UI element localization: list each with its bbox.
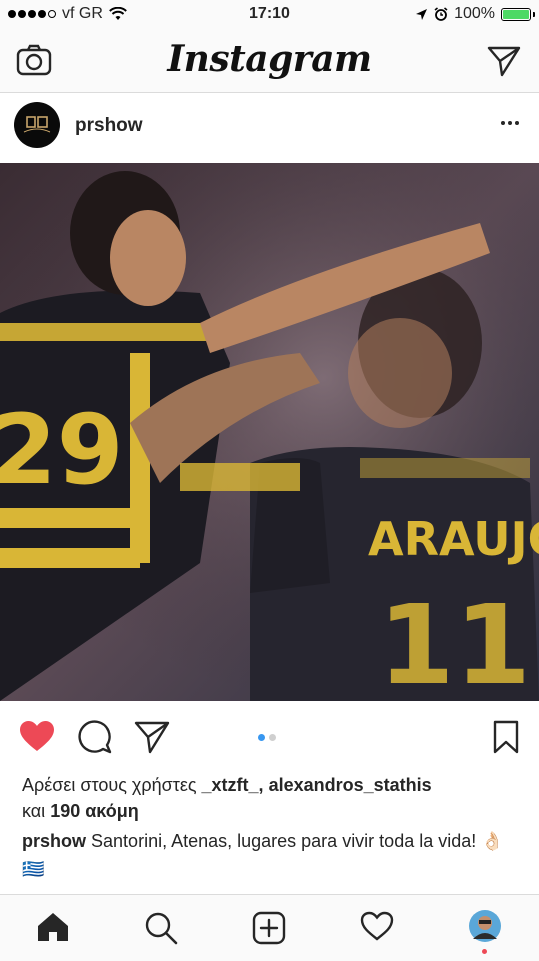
- bottom-tab-bar: [0, 894, 539, 961]
- profile-icon[interactable]: [468, 909, 502, 948]
- carousel-dot: [269, 734, 276, 741]
- status-bar: vf GR 17:10 100%: [0, 0, 539, 30]
- battery-percent: 100%: [454, 5, 495, 22]
- caption-username[interactable]: prshow: [22, 831, 86, 851]
- new-post-icon[interactable]: [252, 911, 286, 950]
- home-icon[interactable]: [36, 911, 70, 948]
- post-username[interactable]: prshow: [75, 115, 143, 137]
- post-caption: prshow Santorini, Atenas, lugares para v…: [22, 827, 522, 883]
- battery-icon: [501, 7, 535, 21]
- likes-line: Αρέσει στους χρήστες _xtzft_, alexandros…: [22, 772, 522, 824]
- jersey-name-text: ARAUJO: [368, 512, 539, 566]
- likes-count[interactable]: 190 ακόμη: [50, 801, 139, 821]
- jersey-number-front-text: 29: [0, 394, 124, 506]
- comment-icon[interactable]: [78, 720, 112, 759]
- activity-heart-icon[interactable]: [360, 911, 394, 946]
- football-players-image: ARAUJO 11 29: [0, 163, 539, 701]
- carousel-indicator: [258, 734, 276, 741]
- likes-separator: ,: [258, 775, 264, 795]
- share-icon[interactable]: [134, 720, 170, 759]
- instagram-logo: Instagram: [167, 38, 372, 80]
- location-arrow-icon: [416, 8, 428, 20]
- post-actions: [0, 703, 539, 763]
- caption-text: Santorini, Atenas, lugares para vivir to…: [22, 831, 504, 879]
- jersey-number-back-text: 11: [378, 581, 531, 701]
- search-icon[interactable]: [144, 911, 178, 950]
- liker-user-1[interactable]: _xtzft_: [202, 775, 259, 795]
- avatar[interactable]: [14, 102, 60, 148]
- likes-and: και: [22, 801, 46, 821]
- status-right: 100%: [415, 5, 535, 23]
- alarm-icon: [434, 7, 448, 21]
- top-nav-bar: Instagram: [0, 30, 539, 93]
- prshow-logo-icon: [23, 116, 51, 133]
- carousel-dot-active: [258, 734, 265, 741]
- liker-user-2[interactable]: alexandros_stathis: [269, 775, 432, 795]
- post-photo[interactable]: ARAUJO 11 29: [0, 163, 539, 701]
- direct-message-icon[interactable]: [487, 45, 521, 82]
- notification-dot: [482, 949, 487, 954]
- more-options-icon[interactable]: [501, 121, 519, 125]
- bookmark-icon[interactable]: [492, 720, 520, 759]
- like-heart-icon[interactable]: [19, 720, 55, 757]
- likes-prefix: Αρέσει στους χρήστες: [22, 775, 197, 795]
- post-header: prshow: [0, 93, 539, 163]
